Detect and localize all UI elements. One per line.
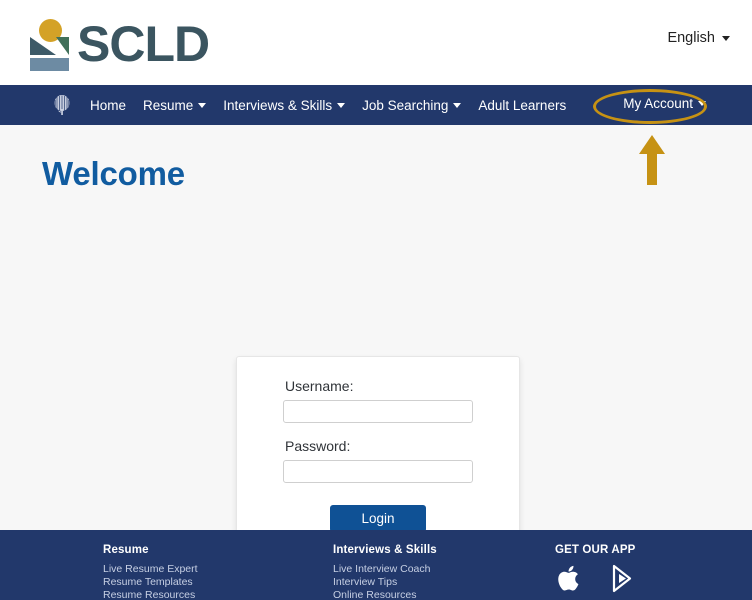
app-store-badge[interactable]: Download on the App Store [555, 563, 599, 600]
nav-item-adult-learners[interactable]: Adult Learners [478, 98, 566, 113]
scld-logo-mark-icon [30, 18, 72, 71]
chevron-down-icon [698, 101, 706, 106]
my-account-label: My Account [623, 96, 693, 111]
footer-link[interactable]: Resume Templates [103, 576, 333, 589]
footer-link[interactable]: Online Resources [333, 589, 555, 600]
library-tree-icon[interactable] [52, 94, 72, 116]
site-header: SCLD English [0, 0, 752, 85]
footer-column-interviews-and-skills: Interviews & Skills Live Interview Coach… [333, 544, 555, 600]
chevron-down-icon [453, 102, 462, 108]
nav-item-label: Interviews & Skills [223, 97, 333, 113]
logo-bar-shape [30, 57, 69, 71]
chevron-down-icon [337, 102, 346, 108]
chevron-down-icon [722, 35, 730, 41]
nav-item-my-account[interactable]: My Account [623, 96, 706, 111]
apple-icon [558, 565, 579, 591]
footer-link[interactable]: Live Interview Coach [333, 563, 555, 576]
password-input[interactable] [283, 460, 473, 483]
password-label: Password: [285, 438, 351, 454]
page-title: Welcome [42, 155, 185, 192]
footer-link[interactable]: Resume Resources [103, 589, 333, 600]
footer-link[interactable]: Interview Tips [333, 576, 555, 589]
footer-column-get-our-app: GET OUR APP Download on the App Store [555, 544, 715, 600]
logo-wordmark: SCLD [77, 15, 210, 72]
main-content: Welcome Username: Password: Login Forgot… [0, 125, 752, 530]
nav-item-home[interactable]: Home [90, 98, 126, 113]
footer-column-title: Resume [103, 544, 149, 556]
chevron-down-icon [198, 102, 207, 108]
page-root: SCLD English Home Resume Interviews & Sk… [0, 0, 752, 600]
footer-columns: Resume Live Resume Expert Resume Templat… [0, 544, 752, 600]
nav-item-label: Resume [143, 97, 194, 113]
username-label: Username: [285, 378, 354, 394]
footer-column-title: Interviews & Skills [333, 544, 437, 556]
nav-item-label: Home [90, 97, 127, 113]
logo-dark-triangle-shape [30, 36, 56, 55]
nav-item-job-searching[interactable]: Job Searching [362, 97, 462, 113]
language-label: English [667, 30, 715, 46]
google-play-icon [612, 564, 632, 593]
app-store-badges: Download on the App Store GET IT ON Goog… [555, 563, 715, 600]
nav-item-label: Job Searching [362, 97, 449, 113]
site-footer: Resume Live Resume Expert Resume Templat… [0, 530, 752, 600]
footer-column-resume: Resume Live Resume Expert Resume Templat… [103, 544, 333, 600]
google-play-badge[interactable]: GET IT ON Google Play [608, 563, 652, 600]
nav-item-list: Home Resume Interviews & Skills Job Sear… [90, 98, 566, 113]
login-button[interactable]: Login [330, 505, 426, 530]
language-selector[interactable]: English [667, 30, 730, 46]
nav-item-interviews-and-skills[interactable]: Interviews & Skills [223, 97, 346, 113]
login-form-card: Username: Password: Login [236, 356, 520, 530]
footer-column-title: GET OUR APP [555, 544, 636, 556]
username-input[interactable] [283, 400, 473, 423]
main-navigation-bar: Home Resume Interviews & Skills Job Sear… [0, 85, 752, 125]
brand-logo[interactable]: SCLD [30, 15, 210, 72]
footer-link[interactable]: Live Resume Expert [103, 563, 333, 576]
logo-green-triangle-shape [56, 36, 69, 55]
nav-item-resume[interactable]: Resume [143, 97, 207, 113]
nav-item-label: Adult Learners [478, 97, 567, 113]
